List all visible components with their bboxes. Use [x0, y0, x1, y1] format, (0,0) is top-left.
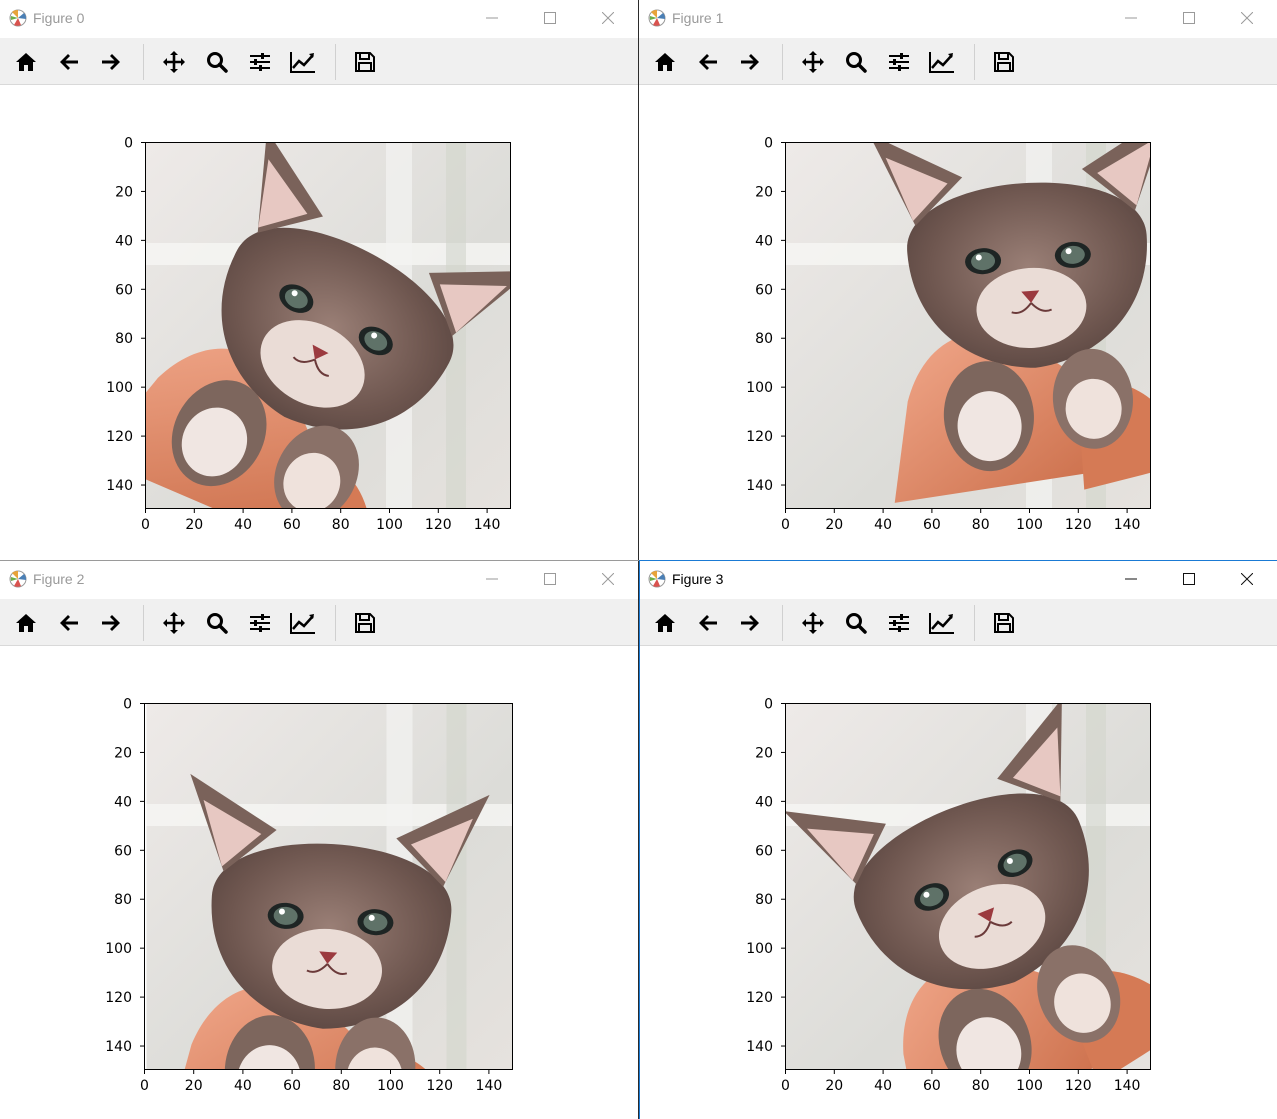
y-tick-label: 140	[106, 478, 133, 494]
x-tick-label: 20	[185, 517, 203, 533]
axis-ticks: 0 20 40 60 80 100 120 140 0 20 40 60 80 100 120 140	[746, 136, 1141, 534]
x-tick-label: 20	[825, 1078, 843, 1094]
figure-window-3[interactable]: Figure 3 0 20 40 60 80 100 120 140 0 20 …	[639, 561, 1277, 1119]
y-tick-label: 20	[114, 745, 132, 761]
axis-ticks: 0 20 40 60 80 100 120 140 0 20 40 60 80 100 120 140	[105, 697, 503, 1095]
x-tick-label: 140	[1114, 517, 1141, 533]
x-tick-label: 100	[1016, 1078, 1043, 1094]
x-tick-label: 120	[1065, 517, 1092, 533]
x-tick-label: 80	[332, 1078, 350, 1094]
x-tick-label: 100	[1016, 517, 1043, 533]
x-tick-label: 120	[425, 517, 452, 533]
y-tick-label: 0	[764, 136, 773, 152]
y-tick-label: 60	[115, 282, 133, 298]
x-tick-label: 40	[234, 1078, 252, 1094]
figure-window-1[interactable]: Figure 1 0 20 40 60 80 100 120 140 0 20 …	[639, 0, 1277, 560]
x-tick-label: 20	[185, 1078, 203, 1094]
axis-ticks: 0 20 40 60 80 100 120 140 0 20 40 60 80 100 120 140	[746, 697, 1141, 1095]
x-tick-label: 80	[972, 1078, 990, 1094]
x-tick-label: 0	[141, 517, 150, 533]
y-tick-label: 80	[115, 331, 133, 347]
y-tick-label: 80	[755, 331, 773, 347]
y-tick-label: 40	[114, 794, 132, 810]
x-tick-label: 120	[1065, 1078, 1092, 1094]
x-tick-label: 40	[234, 517, 252, 533]
x-tick-label: 80	[332, 517, 350, 533]
x-tick-label: 60	[283, 517, 301, 533]
x-tick-label: 60	[923, 1078, 941, 1094]
x-tick-label: 0	[140, 1078, 149, 1094]
x-tick-label: 140	[1114, 1078, 1141, 1094]
active-window-border-left	[639, 560, 640, 1119]
x-tick-label: 60	[923, 517, 941, 533]
y-tick-label: 60	[114, 843, 132, 859]
x-tick-label: 0	[781, 517, 790, 533]
x-tick-label: 0	[781, 1078, 790, 1094]
x-tick-label: 40	[874, 1078, 892, 1094]
y-tick-label: 120	[105, 990, 132, 1006]
y-tick-label: 100	[746, 941, 773, 957]
y-tick-label: 120	[746, 990, 773, 1006]
x-tick-label: 140	[476, 1078, 503, 1094]
x-tick-label: 140	[474, 517, 501, 533]
x-tick-label: 40	[874, 517, 892, 533]
y-tick-label: 100	[106, 380, 133, 396]
x-tick-label: 100	[377, 1078, 404, 1094]
y-tick-label: 120	[106, 429, 133, 445]
x-tick-label: 120	[426, 1078, 453, 1094]
y-tick-label: 20	[115, 184, 133, 200]
y-tick-label: 20	[755, 745, 773, 761]
y-tick-label: 140	[746, 1039, 773, 1055]
y-tick-label: 100	[105, 941, 132, 957]
figure-window-0[interactable]: Figure 0 0 20 40 60 80 100 120 140 0 20 …	[0, 0, 638, 560]
y-tick-label: 40	[755, 233, 773, 249]
x-tick-label: 60	[283, 1078, 301, 1094]
y-tick-label: 140	[105, 1039, 132, 1055]
y-tick-label: 60	[755, 843, 773, 859]
y-tick-label: 80	[755, 892, 773, 908]
y-tick-label: 80	[114, 892, 132, 908]
active-window-border	[639, 560, 1277, 561]
x-tick-label: 100	[376, 517, 403, 533]
y-tick-label: 0	[124, 136, 133, 152]
y-tick-label: 60	[755, 282, 773, 298]
y-tick-label: 100	[746, 380, 773, 396]
y-tick-label: 0	[123, 697, 132, 713]
x-tick-label: 80	[972, 517, 990, 533]
figure-window-2[interactable]: Figure 2 0 20 40 60 80 100 120 140 0 20 …	[0, 561, 638, 1119]
y-tick-label: 0	[764, 697, 773, 713]
y-tick-label: 20	[755, 184, 773, 200]
y-tick-label: 140	[746, 478, 773, 494]
y-tick-label: 120	[746, 429, 773, 445]
axis-ticks: 0 20 40 60 80 100 120 140 0 20 40 60 80 100 120 140	[106, 136, 501, 534]
y-tick-label: 40	[755, 794, 773, 810]
x-tick-label: 20	[825, 517, 843, 533]
y-tick-label: 40	[115, 233, 133, 249]
